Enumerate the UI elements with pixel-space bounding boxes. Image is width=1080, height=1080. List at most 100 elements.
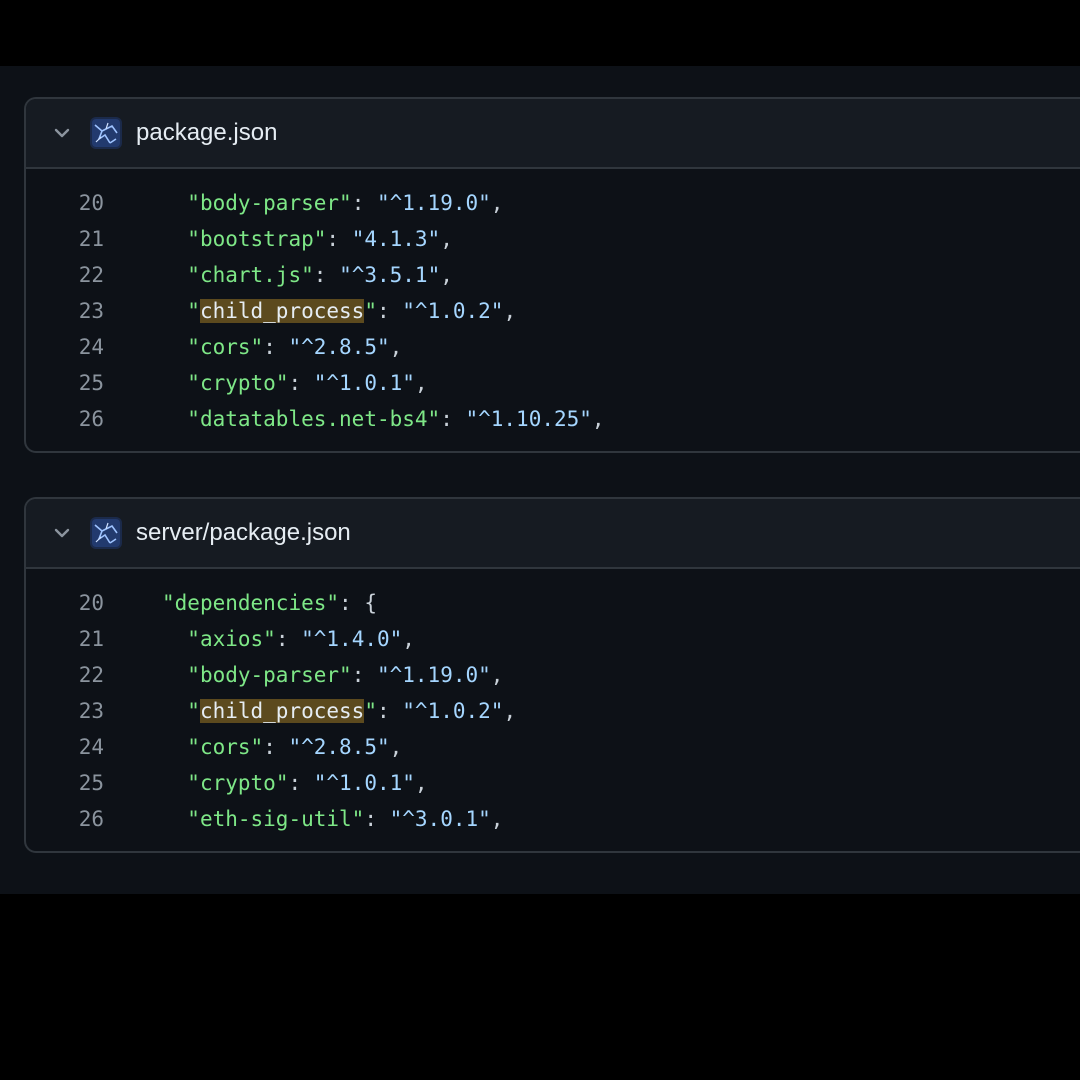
key-quote-close: " (364, 299, 377, 323)
search-match-highlight: child_process (199, 699, 365, 723)
json-value: "^1.0.2" (402, 299, 504, 323)
line-number[interactable]: 22 (26, 663, 104, 687)
json-key: crypto (199, 771, 276, 795)
line-terminator: , (503, 299, 517, 323)
key-quote-open: " (187, 191, 200, 215)
line-number[interactable]: 24 (26, 735, 104, 759)
json-key: dependencies (174, 591, 327, 615)
key-quote-close: " (263, 627, 276, 651)
key-quote-open: " (187, 371, 200, 395)
line-number[interactable]: 21 (26, 227, 104, 251)
line-code: "crypto": "^1.0.1", (104, 771, 427, 795)
key-quote-close: " (250, 335, 264, 359)
line-code: "crypto": "^1.0.1", (104, 371, 428, 395)
key-quote-open: " (187, 627, 200, 651)
key-quote-open: " (187, 335, 200, 359)
line-terminator: , (414, 371, 428, 395)
line-number[interactable]: 22 (26, 263, 104, 287)
line-number[interactable]: 23 (26, 699, 104, 723)
key-quote-close: " (313, 227, 327, 251)
key-quote-open: " (187, 227, 200, 251)
key-quote-close: " (339, 191, 352, 215)
line-number[interactable]: 25 (26, 771, 104, 795)
json-value: "^1.4.0" (301, 627, 403, 651)
line-terminator: , (440, 263, 453, 287)
chevron-down-icon[interactable] (50, 521, 74, 545)
chevron-down-icon[interactable] (50, 121, 74, 145)
line-terminator: , (490, 191, 504, 215)
code-line: 22 "body-parser": "^1.19.0", (26, 657, 1080, 693)
key-quote-open: " (187, 699, 200, 723)
colon-separator: : (275, 627, 302, 651)
line-number[interactable]: 26 (26, 407, 104, 431)
code-line: 21 "bootstrap": "4.1.3", (26, 221, 1080, 257)
json-key: axios (199, 627, 264, 651)
code-line: 21 "axios": "^1.4.0", (26, 621, 1080, 657)
repository-avatar (90, 117, 122, 149)
key-quote-open: " (187, 735, 200, 759)
code-line: 25 "crypto": "^1.0.1", (26, 765, 1080, 801)
colon-separator: : (351, 191, 377, 215)
line-terminator: , (503, 699, 517, 723)
key-quote-close: " (339, 663, 352, 687)
key-quote-close: " (326, 591, 340, 615)
colon-separator: : (440, 407, 466, 431)
line-code: "body-parser": "^1.19.0", (104, 663, 503, 687)
json-key: eth-sig-util (199, 807, 352, 831)
line-terminator: { (364, 591, 377, 615)
line-number[interactable]: 20 (26, 591, 104, 615)
file-name-link[interactable]: server/package.json (136, 519, 351, 547)
line-code: "bootstrap": "4.1.3", (104, 227, 453, 251)
key-quote-close: " (364, 699, 377, 723)
json-value: "^1.0.1" (313, 771, 415, 795)
line-code: "dependencies": { (104, 591, 377, 615)
json-key: body-parser (199, 191, 340, 215)
file-result-card: package.json 20 "body-parser": "^1.19.0"… (24, 97, 1080, 453)
line-number[interactable]: 23 (26, 299, 104, 323)
line-code: "cors": "^2.8.5", (104, 335, 402, 359)
line-terminator: , (402, 627, 415, 651)
colon-separator: : (351, 663, 377, 687)
line-code: "axios": "^1.4.0", (104, 627, 415, 651)
key-quote-close: " (275, 371, 289, 395)
line-number[interactable]: 20 (26, 191, 104, 215)
colon-separator: : (313, 263, 340, 287)
line-code: "chart.js": "^3.5.1", (104, 263, 453, 287)
code-line: 22 "chart.js": "^3.5.1", (26, 257, 1080, 293)
key-quote-open: " (187, 663, 200, 687)
line-number[interactable]: 24 (26, 335, 104, 359)
key-quote-open: " (187, 407, 200, 431)
json-key: cors (199, 335, 251, 359)
line-terminator: , (490, 807, 504, 831)
line-terminator: , (440, 227, 453, 251)
code-line: 23 "child_process": "^1.0.2", (26, 693, 1080, 729)
key-quote-close: " (301, 263, 314, 287)
key-quote-open: " (187, 299, 200, 323)
key-quote-open: " (187, 807, 200, 831)
colon-separator: : (263, 735, 289, 759)
json-value: "^2.8.5" (288, 735, 390, 759)
file-name-link[interactable]: package.json (136, 119, 277, 147)
repository-avatar (90, 517, 122, 549)
line-number[interactable]: 25 (26, 371, 104, 395)
code-line: 26 "datatables.net-bs4": "^1.10.25", (26, 401, 1080, 437)
json-value: "^3.5.1" (339, 263, 441, 287)
key-quote-open: " (187, 771, 200, 795)
key-quote-close: " (275, 771, 289, 795)
line-terminator: , (389, 735, 403, 759)
colon-separator: : (339, 591, 365, 615)
json-value: "^2.8.5" (288, 335, 390, 359)
line-number[interactable]: 26 (26, 807, 104, 831)
colon-separator: : (263, 335, 289, 359)
code-line: 26 "eth-sig-util": "^3.0.1", (26, 801, 1080, 837)
line-number[interactable]: 21 (26, 627, 104, 651)
json-value: "^1.19.0" (376, 663, 491, 687)
